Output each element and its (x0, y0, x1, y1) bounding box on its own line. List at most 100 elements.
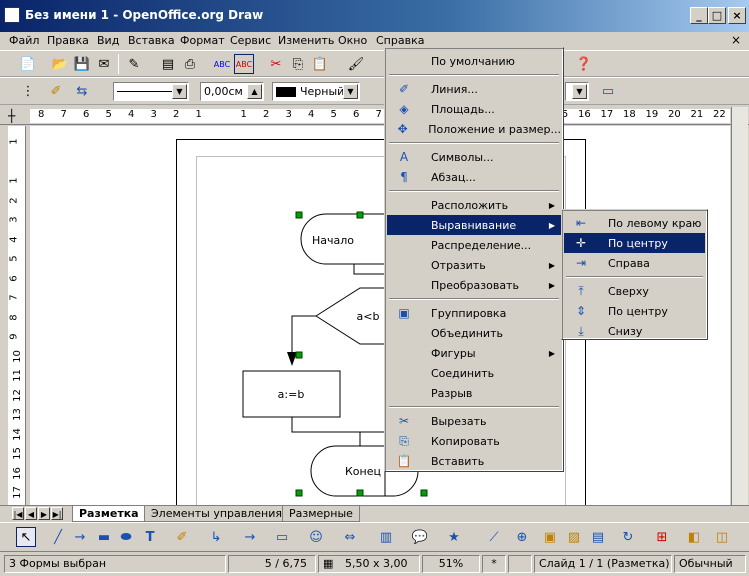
menu-file[interactable]: Файл (9, 34, 39, 48)
cut-icon[interactable]: ✂ (266, 54, 286, 74)
menu-item[interactable]: A Символы... (387, 147, 561, 167)
open-icon[interactable]: 📂 (50, 54, 70, 74)
menu-item[interactable]: Соединить (387, 363, 561, 383)
extrusion-icon[interactable]: ▤ (588, 527, 608, 547)
menu-item[interactable]: ⇕ По центру (564, 301, 705, 321)
shadow-icon[interactable]: ▭ (598, 81, 618, 101)
selection-handle[interactable] (356, 211, 364, 219)
menu-format[interactable]: Формат (180, 34, 225, 48)
symbol-shapes-icon[interactable]: ☺ (306, 527, 326, 547)
mail-icon[interactable]: ✉ (94, 54, 114, 74)
status-signature[interactable] (508, 555, 532, 573)
menu-item[interactable]: ⇤ По левому краю (564, 213, 705, 233)
menu-item[interactable]: ⇥ Справа (564, 253, 705, 273)
first-tab-icon[interactable]: |◀ (12, 507, 24, 520)
menu-item[interactable]: ✐ Линия... (387, 79, 561, 99)
menu-item[interactable]: ⎘ Копировать (387, 431, 561, 451)
lines-arrows-icon[interactable]: → (240, 527, 260, 547)
block-arrows-icon[interactable]: ⇔ (340, 527, 360, 547)
chevron-down-icon[interactable]: ▼ (572, 84, 587, 99)
ellipse-tool-icon[interactable]: ⬬ (116, 527, 136, 547)
save-icon[interactable]: 💾 (72, 54, 92, 74)
insert-image-icon[interactable]: ▨ (564, 527, 584, 547)
selection-handle[interactable] (295, 351, 303, 359)
help-icon[interactable]: ❓ (574, 54, 594, 74)
next-tab-icon[interactable]: ▶ (38, 507, 50, 520)
selection-handle[interactable] (295, 489, 303, 497)
menu-item[interactable]: 📋 Вставить (387, 451, 561, 471)
arrange-icon[interactable]: ◧ (684, 527, 704, 547)
new-icon[interactable]: 📄 (18, 54, 38, 74)
menu-item[interactable]: Фигуры ▶ (387, 343, 561, 363)
menu-item[interactable]: Распределение... (387, 235, 561, 255)
basic-shapes-icon[interactable]: ▭ (272, 527, 292, 547)
selection-handle[interactable] (420, 489, 428, 497)
menu-item[interactable]: Объединить (387, 323, 561, 343)
menu-insert[interactable]: Вставка (128, 34, 175, 48)
document-close-button[interactable]: × (731, 33, 741, 47)
maximize-button[interactable]: □ (708, 7, 726, 24)
menu-item[interactable]: По умолчанию (387, 51, 561, 71)
menu-item[interactable]: ✂ Вырезать (387, 411, 561, 431)
stars-icon[interactable]: ★ (444, 527, 464, 547)
arrow-tool-icon[interactable]: → (70, 527, 90, 547)
menu-item[interactable]: ✥ Положение и размер... (387, 119, 561, 139)
copy-icon[interactable]: ⎘ (288, 54, 308, 74)
menu-item[interactable]: Отразить ▶ (387, 255, 561, 275)
paste-icon[interactable]: 📋 (310, 54, 330, 74)
points-icon[interactable]: ⟋ (484, 527, 504, 547)
fontwork-icon[interactable]: ▣ (540, 527, 560, 547)
spellcheck-icon[interactable]: ABC (212, 54, 232, 74)
menu-view[interactable]: Вид (97, 34, 119, 48)
menu-modify[interactable]: Изменить (278, 34, 334, 48)
chevron-down-icon[interactable]: ▼ (172, 84, 187, 99)
area-style-select[interactable]: ▼ (565, 82, 589, 101)
glue-points-icon[interactable]: ⊕ (512, 527, 532, 547)
last-tab-icon[interactable]: ▶| (51, 507, 63, 520)
close-button[interactable]: × (728, 7, 746, 24)
menu-item[interactable]: ⤓ Снизу (564, 321, 705, 341)
rotate-icon[interactable]: ↻ (618, 527, 638, 547)
arrow-style-icon[interactable]: ⇆ (72, 81, 92, 101)
tab-dimensions[interactable]: Размерные (282, 506, 360, 522)
align-icon[interactable]: ⊞ (652, 527, 672, 547)
connector-tool-icon[interactable]: ↳ (206, 527, 226, 547)
menu-item[interactable]: Преобразовать ▶ (387, 275, 561, 295)
print-icon[interactable]: ⎙ (180, 54, 200, 74)
tab-layout[interactable]: Разметка (72, 506, 146, 522)
pdf-icon[interactable]: ▤ (158, 54, 178, 74)
chevron-down-icon[interactable]: ▼ (343, 84, 358, 99)
prev-tab-icon[interactable]: ◀ (25, 507, 37, 520)
menu-item[interactable]: Выравнивание ▶ (387, 215, 561, 235)
edit-file-icon[interactable]: ✎ (124, 54, 144, 74)
callouts-icon[interactable]: 💬 (410, 527, 430, 547)
menu-window[interactable]: Окно (338, 34, 367, 48)
menu-item[interactable]: ⤒ Сверху (564, 281, 705, 301)
format-paintbrush-icon[interactable]: 🖌 (346, 54, 366, 74)
selection-handle[interactable] (356, 489, 364, 497)
vertical-scrollbar[interactable] (731, 107, 748, 507)
spin-icon[interactable]: ▲ (247, 84, 262, 99)
line-color-select[interactable]: Черный ▼ (272, 82, 360, 101)
tab-stop-icon[interactable]: ┼ (8, 109, 15, 123)
tab-controls[interactable]: Элементы управления (144, 506, 289, 522)
menu-item[interactable]: ▣ Группировка (387, 303, 561, 323)
text-tool-icon[interactable]: T (140, 527, 160, 547)
group-icon[interactable]: ◫ (712, 527, 732, 547)
curve-tool-icon[interactable]: ✐ (172, 527, 192, 547)
menu-item[interactable]: Разрыв (387, 383, 561, 403)
menu-item[interactable]: ✛ По центру (564, 233, 705, 253)
rectangle-tool-icon[interactable]: ▬ (94, 527, 114, 547)
status-zoom[interactable]: 51% (422, 555, 480, 573)
selection-handle[interactable] (295, 211, 303, 219)
menu-help[interactable]: Справка (376, 34, 424, 48)
autospell-icon[interactable]: ABC (234, 54, 254, 74)
menu-item[interactable]: ¶ Абзац... (387, 167, 561, 187)
menu-edit[interactable]: Правка (47, 34, 89, 48)
line-width-input[interactable]: 0,00см ▲ (200, 82, 264, 101)
minimize-button[interactable]: _ (690, 7, 708, 24)
flowchart-icon[interactable]: ▥ (376, 527, 396, 547)
menu-item[interactable]: ◈ Площадь... (387, 99, 561, 119)
menu-tools[interactable]: Сервис (230, 34, 271, 48)
line-style-select[interactable]: ▼ (113, 82, 189, 101)
